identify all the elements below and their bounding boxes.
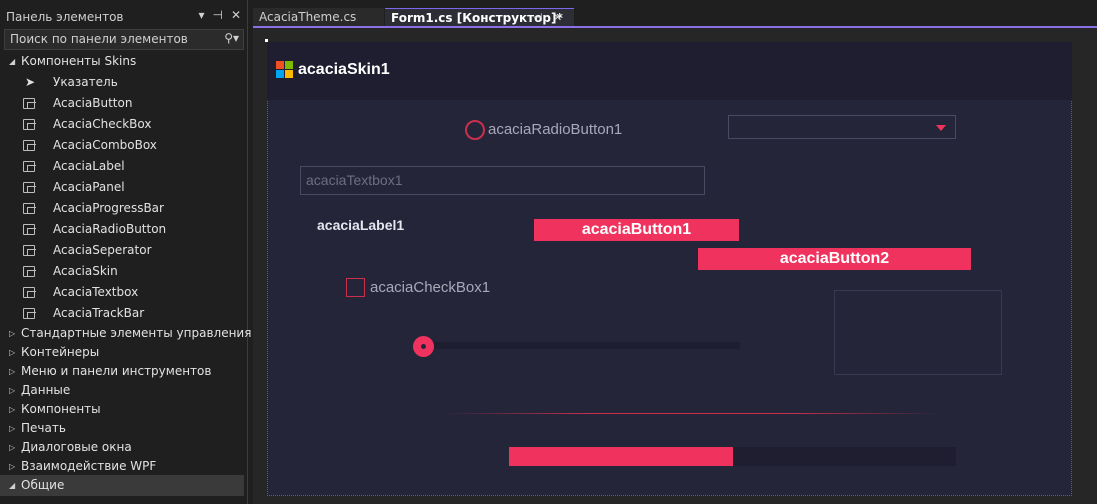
category-skins[interactable]: ◢ Компоненты Skins (0, 51, 244, 72)
expand-icon: ▷ (9, 443, 16, 452)
toolbox-item-acaciacheckbox[interactable]: AcaciaCheckBox (0, 114, 244, 135)
component-icon (23, 182, 36, 193)
expand-icon: ▷ (9, 386, 16, 395)
category-standard[interactable]: ▷ Стандартные элементы управления (0, 323, 251, 344)
category-printing[interactable]: ▷ Печать (0, 418, 244, 439)
radio-button[interactable] (465, 120, 485, 140)
component-icon (23, 140, 36, 151)
pin-icon[interactable]: ⊣ (212, 8, 222, 22)
toolbox-item-acaciacombobox[interactable]: AcaciaComboBox (0, 135, 244, 156)
component-icon (23, 224, 36, 235)
checkbox-label[interactable]: acaciaCheckBox1 (370, 279, 490, 296)
text-input[interactable]: acaciaTextbox1 (300, 166, 705, 195)
toolbox-item-acaciaprogressbar[interactable]: AcaciaProgressBar (0, 198, 244, 219)
pointer-icon: ➤ (25, 75, 36, 89)
checkbox[interactable] (346, 278, 365, 297)
toolbox-search-input[interactable]: Поиск по панели элементов ⚲▾ (4, 29, 244, 50)
component-icon (23, 98, 36, 109)
toolbox-item-label: AcaciaLabel (53, 159, 125, 173)
category-label: Общие (21, 478, 65, 492)
category-containers[interactable]: ▷ Контейнеры (0, 342, 244, 363)
chevron-down-icon[interactable] (936, 125, 946, 131)
acacia-label: acaciaLabel1 (317, 217, 405, 233)
trackbar-thumb[interactable] (413, 336, 434, 357)
close-icon[interactable]: ✕ (553, 11, 562, 24)
category-label: Компоненты Skins (21, 54, 137, 68)
category-label: Печать (21, 421, 66, 435)
expand-icon: ▷ (9, 462, 16, 471)
component-icon (23, 119, 36, 130)
category-data[interactable]: ▷ Данные (0, 380, 244, 401)
separator-line (443, 413, 940, 414)
trackbar-track[interactable] (424, 342, 740, 349)
category-dialogs[interactable]: ▷ Диалоговые окна (0, 437, 244, 458)
close-icon[interactable]: ✕ (231, 8, 241, 22)
toolbox-item-label: AcaciaButton (53, 96, 133, 110)
progress-bar (509, 447, 956, 466)
toolbox-item-label: AcaciaCheckBox (53, 117, 152, 131)
toolbox-item-label: AcaciaComboBox (53, 138, 157, 152)
pin-icon[interactable]: ⊣ (533, 11, 543, 24)
toolbox-item-label: AcaciaSeperator (53, 243, 152, 257)
search-icon[interactable]: ⚲▾ (224, 31, 239, 45)
acacia-button-1[interactable]: acaciaButton1 (534, 219, 739, 241)
category-label: Данные (21, 383, 71, 397)
toolbox-item-acaciaradiobutton[interactable]: AcaciaRadioButton (0, 219, 244, 240)
expand-icon: ▷ (9, 348, 16, 357)
acacia-button-2[interactable]: acaciaButton2 (698, 248, 971, 270)
component-icon (23, 266, 36, 277)
expand-icon: ▷ (9, 329, 16, 338)
tab-label: AcaciaTheme.cs (259, 10, 357, 24)
toolbox-item-label: Указатель (53, 75, 118, 89)
category-wpf[interactable]: ▷ Взаимодействие WPF (0, 456, 244, 477)
toolbox-panel: Панель элементов ▾ ⊣ ✕ Поиск по панели э… (0, 0, 251, 504)
category-general[interactable]: ◢ Общие (0, 475, 244, 496)
component-icon (23, 161, 36, 172)
toolbox-item-acaciapanel[interactable]: AcaciaPanel (0, 177, 244, 198)
toolbox-item-label: AcaciaSkin (53, 264, 118, 278)
toolbox-item-label: AcaciaProgressBar (53, 201, 164, 215)
toolbox-title: Панель элементов (6, 10, 124, 24)
component-icon (23, 245, 36, 256)
category-components[interactable]: ▷ Компоненты (0, 399, 244, 420)
windows-form-icon (276, 61, 293, 78)
toolbox-item-acaciaskin[interactable]: AcaciaSkin (0, 261, 244, 282)
toolbox-item-pointer[interactable]: ➤ Указатель (0, 72, 244, 93)
toolbox-header-buttons: ▾ ⊣ ✕ (198, 8, 241, 22)
category-label: Стандартные элементы управления (21, 326, 252, 340)
category-label: Компоненты (21, 402, 101, 416)
toolbox-item-label: AcaciaTextbox (53, 285, 139, 299)
toolbox-item-label: AcaciaTrackBar (53, 306, 145, 320)
dropdown-icon[interactable]: ▾ (198, 8, 204, 22)
tab-form1-designer[interactable]: Form1.cs [Конструктор]* ⊣ ✕ (385, 8, 574, 27)
component-icon (23, 308, 36, 319)
tab-acacia-theme[interactable]: AcaciaTheme.cs (253, 8, 384, 27)
category-label: Диалоговые окна (21, 440, 132, 454)
toolbox-item-acacialabel[interactable]: AcaciaLabel (0, 156, 244, 177)
toolbox-item-label: AcaciaPanel (53, 180, 125, 194)
component-icon (23, 203, 36, 214)
toolbox-item-acaciatrackbar[interactable]: AcaciaTrackBar (0, 303, 244, 324)
category-label: Взаимодействие WPF (21, 459, 157, 473)
combo-box[interactable] (728, 115, 956, 139)
radio-button-label[interactable]: acaciaRadioButton1 (488, 121, 622, 138)
category-label: Контейнеры (21, 345, 100, 359)
category-label: Меню и панели инструментов (21, 364, 212, 378)
component-icon (23, 287, 36, 298)
document-tabs: AcaciaTheme.cs Form1.cs [Конструктор]* ⊣… (253, 8, 1097, 28)
expand-icon: ▷ (9, 367, 16, 376)
toolbox-item-acaciabutton[interactable]: AcaciaButton (0, 93, 244, 114)
collapse-icon: ◢ (9, 481, 16, 490)
acacia-panel[interactable] (834, 290, 1002, 375)
toolbox-item-acaciatextbox[interactable]: AcaciaTextbox (0, 282, 244, 303)
expand-icon: ▷ (9, 405, 16, 414)
toolbox-item-label: AcaciaRadioButton (53, 222, 167, 236)
category-menus[interactable]: ▷ Меню и панели инструментов (0, 361, 244, 382)
collapse-icon: ◢ (9, 57, 16, 66)
toolbox-item-acaciaseperator[interactable]: AcaciaSeperator (0, 240, 244, 261)
skin-title: acaciaSkin1 (298, 61, 390, 78)
progress-fill (509, 447, 733, 466)
search-placeholder: Поиск по панели элементов (10, 32, 188, 46)
expand-icon: ▷ (9, 424, 16, 433)
